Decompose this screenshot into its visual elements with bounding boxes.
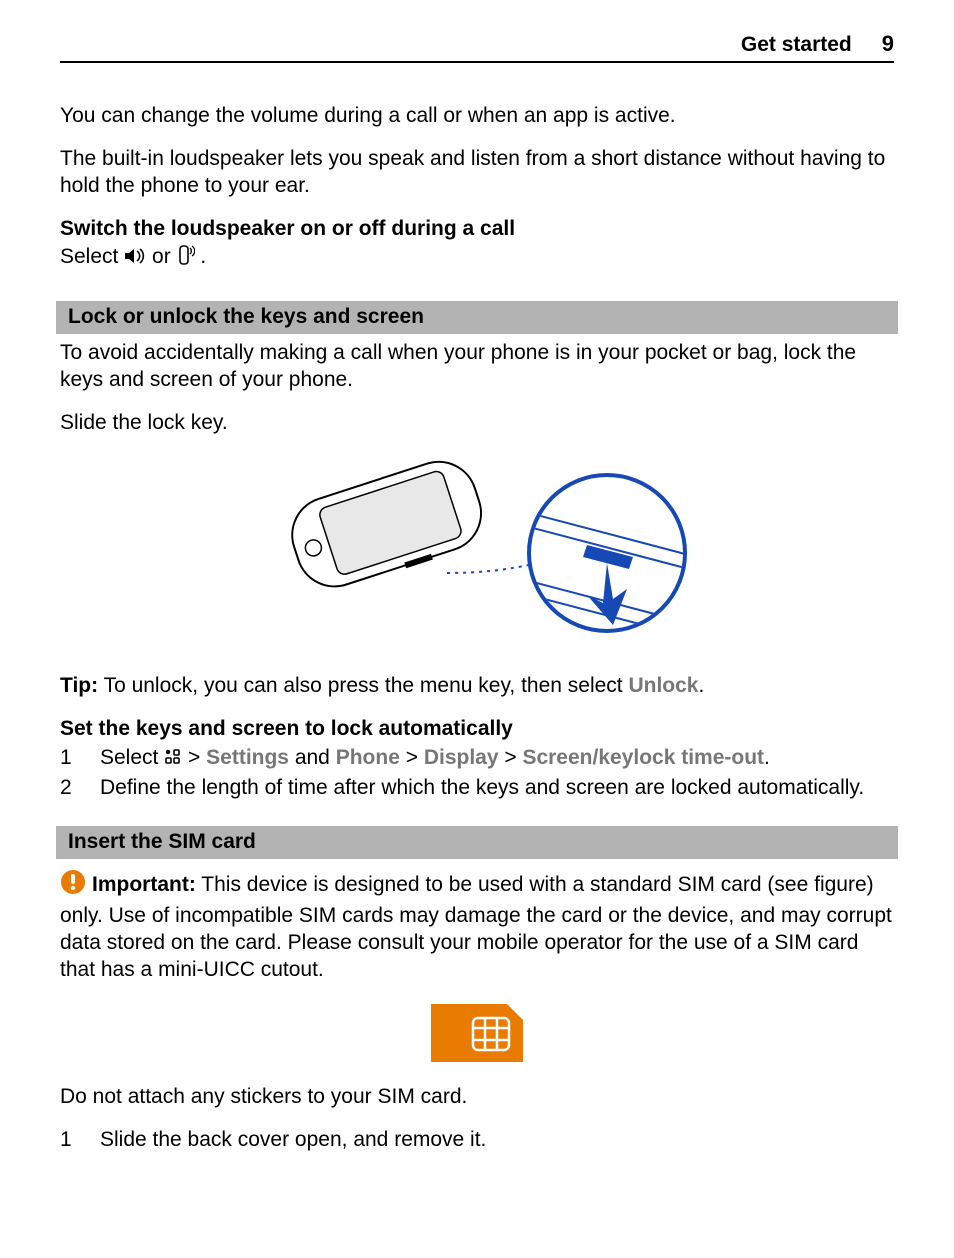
paragraph-volume: You can change the volume during a call …: [60, 103, 894, 130]
list-item: 2 Define the length of time after which …: [60, 775, 894, 802]
sim-card-figure: [427, 1000, 527, 1066]
list-item: 1 Slide the back cover open, and remove …: [60, 1127, 894, 1154]
step-body: Select > Settings and Phone > Display > …: [100, 745, 894, 774]
select-text-or: or: [152, 245, 177, 268]
handset-icon: [177, 245, 195, 273]
tip-body-before: To unlock, you can also press the menu k…: [98, 674, 628, 697]
paragraph-slide-lock-key: Slide the lock key.: [60, 410, 894, 437]
steps-sim: 1 Slide the back cover open, and remove …: [60, 1127, 894, 1154]
step1-gt2: >: [400, 746, 424, 769]
select-text-suffix: .: [200, 245, 206, 268]
warning-icon: [60, 869, 86, 903]
section-bar-sim: Insert the SIM card: [56, 826, 898, 859]
select-line: Select or .: [60, 244, 894, 273]
phone-lock-key-figure: [247, 453, 707, 653]
select-text-prefix: Select: [60, 245, 124, 268]
tip-label: Tip:: [60, 674, 98, 697]
step1-and: and: [289, 746, 336, 769]
important-paragraph: Important: This device is designed to be…: [60, 869, 894, 984]
section-bar-lock: Lock or unlock the keys and screen: [56, 301, 898, 334]
step1-gt3: >: [499, 746, 523, 769]
tip-unlock: Tip: To unlock, you can also press the m…: [60, 673, 894, 700]
step1-display: Display: [424, 746, 499, 769]
step-number: 2: [60, 775, 100, 802]
page-container: Get started 9 You can change the volume …: [0, 0, 954, 1195]
paragraph-lock-avoid: To avoid accidentally making a call when…: [60, 340, 894, 394]
list-item: 1 Select > Settings and Phone > Display …: [60, 745, 894, 774]
step-number: 1: [60, 745, 100, 774]
step-body: Slide the back cover open, and remove it…: [100, 1127, 894, 1154]
step1-prefix: Select: [100, 746, 164, 769]
paragraph-loudspeaker: The built-in loudspeaker lets you speak …: [60, 146, 894, 200]
menu-grid-icon: [164, 747, 182, 774]
heading-switch-loudspeaker: Switch the loudspeaker on or off during …: [60, 216, 894, 243]
tip-body-after: .: [698, 674, 704, 697]
step1-phone: Phone: [336, 746, 400, 769]
step1-gt1: >: [182, 746, 206, 769]
step1-timeout: Screen/keylock time-out: [522, 746, 764, 769]
important-label: Important:: [92, 873, 196, 896]
step1-settings: Settings: [206, 746, 289, 769]
step-number: 1: [60, 1127, 100, 1154]
paragraph-no-stickers: Do not attach any stickers to your SIM c…: [60, 1084, 894, 1111]
steps-auto-lock: 1 Select > Settings and Phone > Display …: [60, 745, 894, 803]
step-body: Define the length of time after which th…: [100, 775, 894, 802]
step1-suffix: .: [764, 746, 770, 769]
heading-auto-lock: Set the keys and screen to lock automati…: [60, 716, 894, 743]
header-title: Get started: [741, 32, 852, 59]
speaker-on-icon: [124, 246, 146, 273]
header-page-number: 9: [882, 30, 894, 58]
page-header: Get started 9: [60, 30, 894, 63]
tip-unlock-word: Unlock: [628, 674, 698, 697]
